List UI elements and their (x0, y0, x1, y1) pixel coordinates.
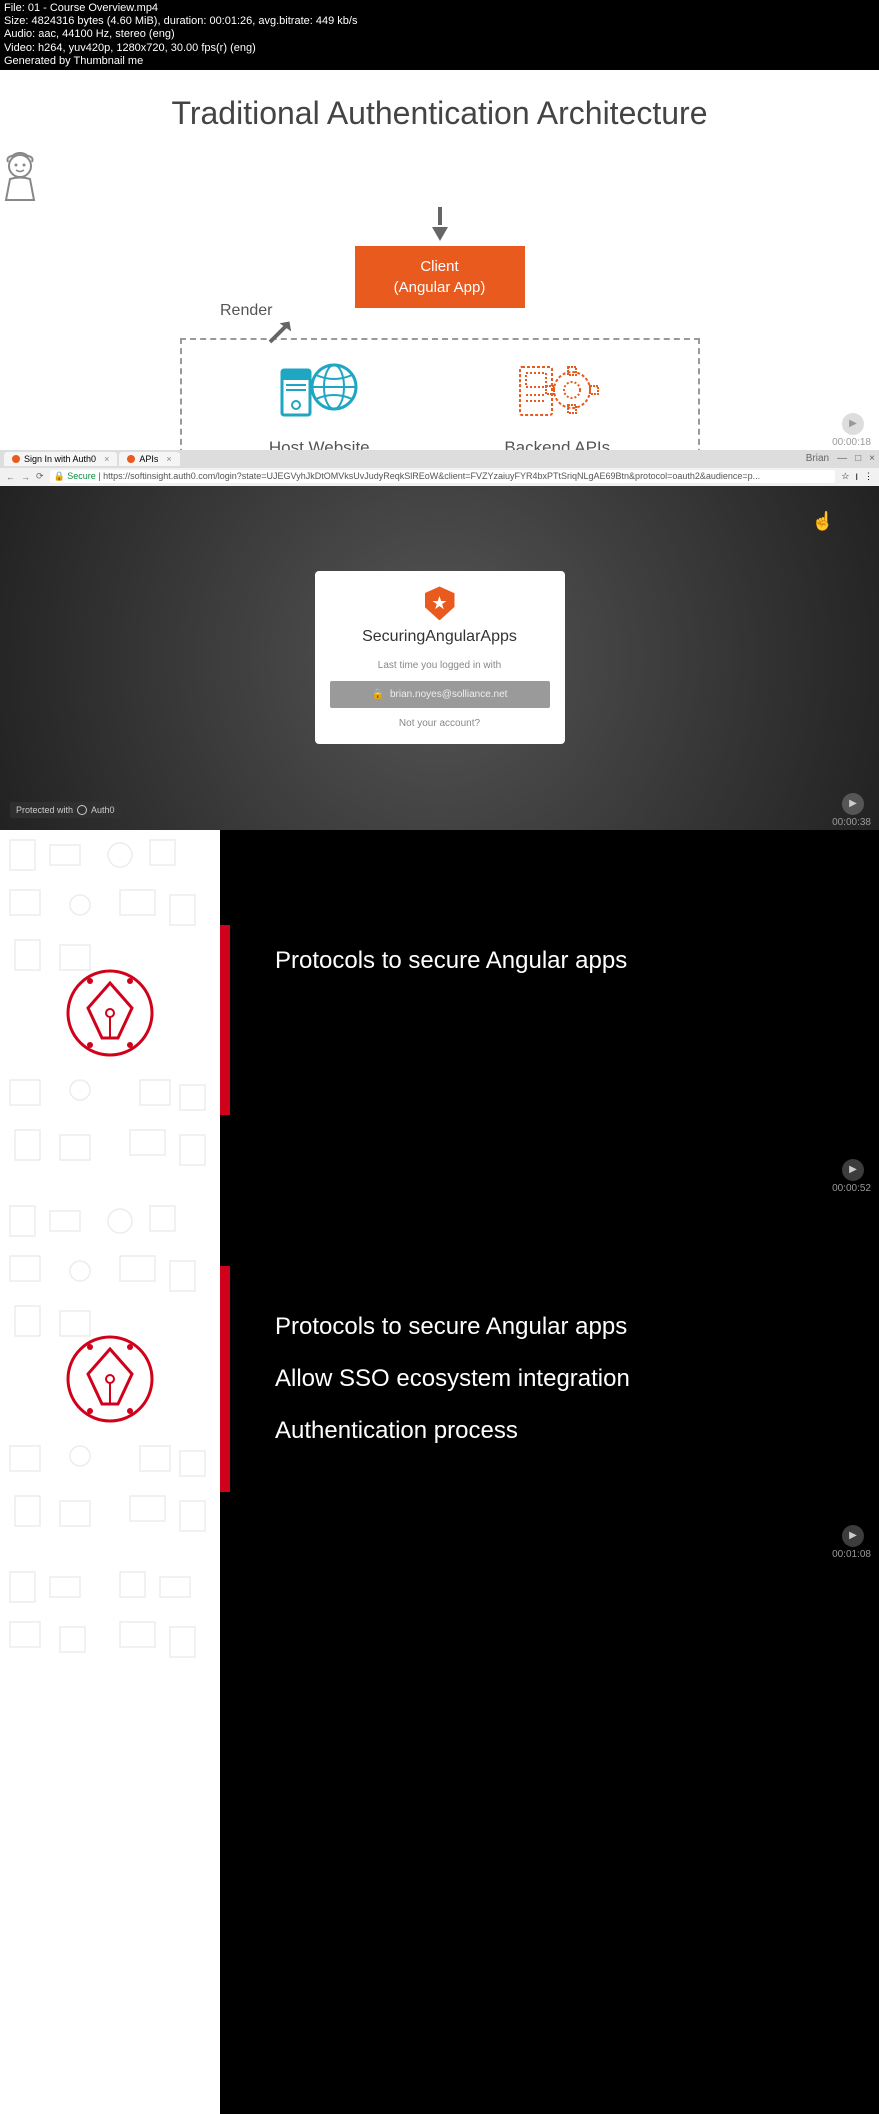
backend-api-item: Backend APIs (504, 355, 610, 450)
generated-line: Generated by Thumbnail me (4, 55, 875, 68)
bullet-protocols: Protocols to secure Angular apps (275, 1313, 879, 1341)
play-icon: ▶ (842, 793, 864, 815)
protected-badge: Protected with Auth0 (10, 802, 121, 818)
lock-icon: 🔒 (372, 689, 384, 700)
arrow-stem (438, 207, 442, 225)
slide-protocols-2: Protocols to secure Angular apps Allow S… (0, 1196, 879, 1562)
browser-address-bar: ← → ⟳ 🔒 Secure | https://softinsight.aut… (0, 468, 879, 486)
slide-right-panel: Protocols to secure Angular apps Allow S… (220, 1196, 879, 1562)
bullet-auth: Authentication process (275, 1417, 879, 1445)
url-text: https://softinsight.auth0.com/login?stat… (103, 471, 760, 481)
auth0-favicon (127, 455, 135, 463)
api-gear-icon (512, 355, 602, 425)
video-line: Video: h264, yuv420p, 1280x720, 30.00 fp… (4, 42, 875, 55)
close-window-icon[interactable]: × (869, 453, 875, 464)
server-globe-icon (274, 355, 364, 425)
client-line2: (Angular App) (385, 277, 495, 298)
menu-icon[interactable]: ⋮ (864, 471, 873, 482)
bullet-protocols: Protocols to secure Angular apps (275, 947, 627, 975)
pen-nib-icon (60, 1329, 160, 1429)
backend-container: Host Website Backend APIs (180, 338, 700, 450)
timestamp: 00:00:38 (832, 817, 871, 828)
login-email-button[interactable]: 🔒 brian.noyes@solliance.net (330, 681, 550, 708)
timestamp: 00:00:52 (832, 1183, 871, 1194)
tab1-label: Sign In with Auth0 (24, 454, 96, 464)
login-card: ★ SecuringAngularApps Last time you logg… (315, 571, 565, 744)
client-line1: Client (385, 256, 495, 277)
browser-tab-auth0[interactable]: Sign In with Auth0 × (4, 452, 117, 466)
auth0-logo-icon (77, 805, 87, 815)
forward-icon[interactable]: → (21, 472, 30, 482)
user-icon (0, 152, 40, 202)
host-label: Host Website (269, 438, 370, 450)
user-label: Brian (806, 453, 829, 464)
diagonal-arrow-icon (265, 317, 295, 347)
pen-nib-icon (60, 963, 160, 1063)
timestamp: 00:01:08 (832, 1549, 871, 1560)
reload-icon[interactable]: ⟳ (36, 471, 44, 482)
window-controls: Brian — □ × (806, 453, 875, 464)
slide-right-panel: Protocols to secure Angular apps ▶ 00:00… (220, 830, 879, 1196)
login-title: SecuringAngularApps (330, 628, 550, 646)
slide-architecture: Traditional Authentication Architecture … (0, 70, 879, 450)
email-text: brian.noyes@solliance.net (390, 689, 507, 700)
slide1-title: Traditional Authentication Architecture (0, 95, 879, 132)
slide-left-panel (0, 830, 220, 1196)
architecture-diagram: Client (Angular App) Render (0, 152, 879, 450)
minimize-icon[interactable]: — (837, 453, 847, 464)
red-accent-bar (220, 1266, 230, 1492)
red-accent-bar (220, 925, 230, 1115)
browser-tab-bar: Sign In with Auth0 × APIs × Brian — □ × (0, 450, 879, 468)
not-your-account-link[interactable]: Not your account? (330, 718, 550, 729)
close-icon[interactable]: × (104, 454, 109, 464)
ext-icon[interactable]: I (855, 472, 858, 482)
play-icon: ▶ (842, 1525, 864, 1547)
cursor-hand-icon: ☝ (812, 511, 834, 532)
arrow-down-icon (432, 227, 448, 241)
lock-icon: 🔒 (54, 471, 65, 481)
auth0-favicon (12, 455, 20, 463)
slide-left-panel (0, 1196, 220, 1562)
tab2-label: APIs (139, 454, 158, 464)
video-metadata-header: File: 01 - Course Overview.mp4 Size: 482… (0, 0, 879, 70)
close-icon[interactable]: × (166, 454, 171, 464)
auth0-label: Auth0 (91, 805, 115, 815)
host-website-item: Host Website (269, 355, 370, 450)
file-line: File: 01 - Course Overview.mp4 (4, 2, 875, 15)
maximize-icon[interactable]: □ (855, 453, 861, 464)
timestamp: 00:00:18 (832, 437, 871, 448)
slide-browser: Sign In with Auth0 × APIs × Brian — □ × … (0, 450, 879, 830)
secure-label: Secure (67, 471, 96, 481)
protected-label: Protected with (16, 805, 73, 815)
footer-right-panel (220, 1562, 879, 2114)
shield-star-icon: ★ (425, 586, 455, 620)
footer-left-panel (0, 1562, 220, 2114)
browser-tab-apis[interactable]: APIs × (119, 452, 179, 466)
login-subtitle: Last time you logged in with (330, 660, 550, 671)
audio-line: Audio: aac, 44100 Hz, stereo (eng) (4, 28, 875, 41)
backend-label: Backend APIs (504, 438, 610, 450)
url-field[interactable]: 🔒 Secure | https://softinsight.auth0.com… (50, 470, 836, 483)
footer-area (0, 1562, 879, 2114)
play-icon: ▶ (842, 1159, 864, 1181)
client-box: Client (Angular App) (355, 246, 525, 308)
back-icon[interactable]: ← (6, 472, 15, 482)
pattern-background (0, 1562, 220, 2114)
size-line: Size: 4824316 bytes (4.60 MiB), duration… (4, 15, 875, 28)
star-icon[interactable]: ☆ (841, 471, 849, 482)
slide-protocols-1: Protocols to secure Angular apps ▶ 00:00… (0, 830, 879, 1196)
play-icon: ▶ (842, 413, 864, 435)
browser-viewport: ★ SecuringAngularApps Last time you logg… (0, 486, 879, 830)
bullet-sso: Allow SSO ecosystem integration (275, 1365, 879, 1393)
